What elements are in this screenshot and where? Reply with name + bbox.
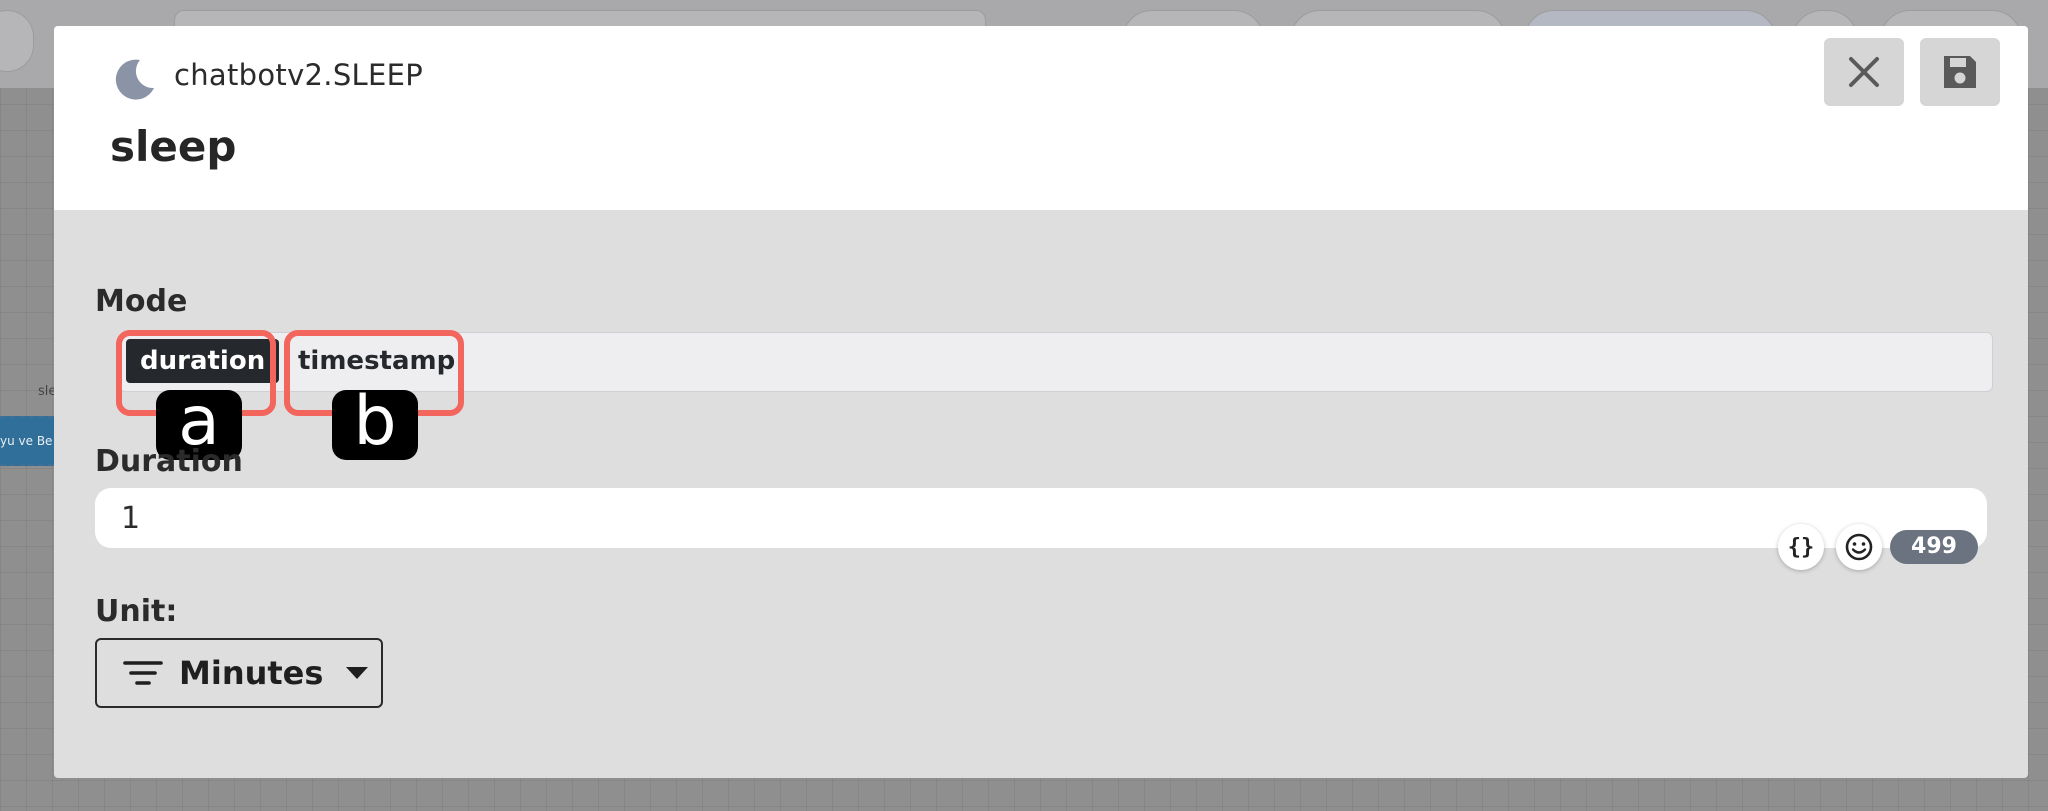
node-type-subtitle: chatbotv2.SLEEP [174, 58, 424, 92]
topbar-pill [0, 10, 34, 72]
moon-icon [115, 59, 154, 100]
curly-braces-icon: {} [1787, 534, 1815, 560]
marker-b: b [332, 388, 418, 460]
modal-title: sleep [110, 122, 237, 171]
unit-label: Unit: [95, 594, 178, 629]
save-icon [1944, 56, 1976, 88]
duration-label: Duration [95, 444, 243, 479]
canvas-node-body: yu ve Be [0, 416, 54, 466]
duration-input[interactable] [95, 488, 1987, 548]
canvas-node: sle yu ve Be [0, 354, 56, 484]
insert-variable-button[interactable]: {} [1778, 524, 1824, 570]
sleep-modal: chatbotv2.SLEEP sleep Mode duration time… [54, 26, 2028, 778]
smiley-icon [1845, 533, 1873, 561]
unit-selected-value: Minutes [179, 654, 324, 692]
caret-down-icon [346, 667, 369, 679]
mode-label: Mode [95, 284, 188, 319]
insert-emoji-button[interactable] [1836, 524, 1882, 570]
close-button[interactable] [1824, 38, 1904, 106]
modal-header: chatbotv2.SLEEP sleep [54, 26, 2028, 210]
unit-dropdown[interactable]: Minutes [95, 638, 383, 708]
filter-lines-icon [123, 661, 163, 685]
save-button[interactable] [1920, 38, 2000, 106]
close-icon [1849, 57, 1879, 87]
char-count-badge: 499 [1890, 530, 1978, 564]
